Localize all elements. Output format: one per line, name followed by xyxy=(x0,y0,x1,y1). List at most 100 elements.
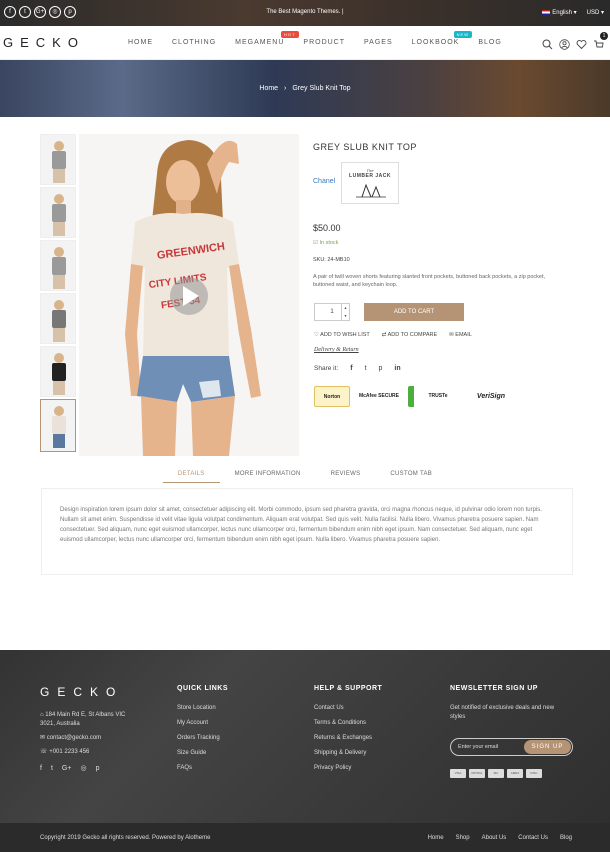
pinterest-icon[interactable]: p xyxy=(96,764,100,773)
nav-home[interactable]: HOME xyxy=(128,39,153,46)
share-label: Share it: xyxy=(314,365,339,372)
nav-clothing[interactable]: CLOTHING xyxy=(172,39,216,46)
footer-socials: f t G+ ◎ p xyxy=(40,764,140,773)
quantity-input[interactable]: 1 ▴ ▾ xyxy=(314,303,350,321)
heart-icon: ♡ xyxy=(314,332,319,338)
bottom-link-shop[interactable]: Shop xyxy=(456,835,470,841)
top-selectors: English ▾ USD ▾ xyxy=(542,9,604,16)
share-linkedin-icon[interactable]: in xyxy=(394,365,400,372)
footer-link[interactable]: Size Guide xyxy=(177,750,228,756)
newsletter-text: Get notified of exclusive deals and new … xyxy=(450,705,555,720)
nav-blog[interactable]: BLOG xyxy=(478,39,501,46)
details-panel: Design inspiration lorem ipsum dolor sit… xyxy=(41,488,573,575)
tab-reviews[interactable]: REVIEWS xyxy=(316,471,376,483)
quantity-stepper[interactable]: ▴ ▾ xyxy=(341,304,349,320)
thumbnail-active[interactable] xyxy=(40,399,76,452)
bottom-link-blog[interactable]: Blog xyxy=(560,835,572,841)
footer: GECKO ⌂ 184 Main Rd E, St Albans VIC 302… xyxy=(0,650,610,852)
brand-logo[interactable]: The LUMBER JACK xyxy=(341,162,399,204)
main-nav: HOME CLOTHING MEGAMENU HOT PRODUCT PAGES … xyxy=(128,31,502,46)
google-plus-icon[interactable]: G+ xyxy=(62,764,72,773)
help-support: HELP & SUPPORT Contact Us Terms & Condit… xyxy=(314,685,382,780)
address: ⌂ 184 Main Rd E, St Albans VIC 3021, Aus… xyxy=(40,712,126,727)
language-selector[interactable]: English ▾ xyxy=(542,9,577,16)
facebook-icon[interactable]: f xyxy=(40,764,42,773)
share-facebook-icon[interactable]: f xyxy=(350,365,352,372)
product-main-image[interactable]: GREENWICH CITY LIMITS FEST 54 xyxy=(79,134,299,456)
model-illustration: GREENWICH CITY LIMITS FEST 54 xyxy=(79,134,299,456)
footer-link[interactable]: Contact Us xyxy=(314,705,382,711)
truste-badge: TRUSTe xyxy=(408,386,462,407)
visa-icon: VISA xyxy=(450,769,466,778)
norton-badge: Norton xyxy=(314,386,350,407)
footer-contact: ⌂ 184 Main Rd E, St Albans VIC 3021, Aus… xyxy=(40,711,140,773)
currency-selector[interactable]: USD ▾ xyxy=(587,9,604,16)
new-badge: NEW xyxy=(453,31,472,38)
footer-link[interactable]: Shipping & Delivery xyxy=(314,750,382,756)
nav-pages[interactable]: PAGES xyxy=(364,39,393,46)
wishlist-icon[interactable] xyxy=(576,37,587,50)
promo-text: The Best Magento Themes. | xyxy=(266,9,344,15)
phone-icon: ☏ xyxy=(40,749,48,755)
verisign-badge: VeriSign xyxy=(476,393,506,400)
footer-link[interactable]: Terms & Conditions xyxy=(314,720,382,726)
add-to-wishlist-link[interactable]: ♡ ADD TO WISH LIST xyxy=(314,332,370,338)
product-title: GREY SLUB KNIT TOP xyxy=(313,142,417,152)
product-actions: ♡ ADD TO WISH LIST ⇄ ADD TO COMPARE ✉ EM… xyxy=(314,332,472,338)
nav-product[interactable]: PRODUCT xyxy=(303,39,345,46)
share-pinterest-icon[interactable]: p xyxy=(379,365,383,372)
instagram-icon[interactable]: ◎ xyxy=(80,764,86,773)
bottom-links: Home Shop About Us Contact Us Blog xyxy=(428,835,572,841)
thumbnail[interactable] xyxy=(40,293,76,344)
signup-button[interactable]: SIGN UP xyxy=(524,740,571,754)
tab-custom[interactable]: CUSTOM TAB xyxy=(375,471,447,483)
compare-icon: ⇄ xyxy=(381,332,387,338)
footer-link[interactable]: Returns & Exchanges xyxy=(314,735,382,741)
add-to-compare-link[interactable]: ⇄ ADD TO COMPARE xyxy=(382,332,437,338)
footer-email[interactable]: ✉ contact@gecko.com xyxy=(40,734,140,743)
header-icons: 1 xyxy=(542,32,608,50)
newsletter-title: NEWSLETTER SIGN UP xyxy=(450,685,538,692)
thumbnail[interactable] xyxy=(40,240,76,291)
help-title: HELP & SUPPORT xyxy=(314,685,383,692)
cart-icon[interactable]: 1 xyxy=(593,32,608,48)
home-icon: ⌂ xyxy=(40,712,44,718)
copyright-text: Copyright 2019 Gecko all rights reserved… xyxy=(40,835,211,841)
footer-link[interactable]: Privacy Policy xyxy=(314,765,382,771)
footer-link[interactable]: My Account xyxy=(177,720,228,726)
brand-link[interactable]: Chanel xyxy=(313,178,335,185)
logo[interactable]: GECKO xyxy=(3,35,85,50)
product-price: $50.00 xyxy=(313,223,341,233)
footer-link[interactable]: FAQs xyxy=(177,765,228,771)
tab-more-information[interactable]: MORE INFORMATION xyxy=(220,471,316,483)
account-icon[interactable] xyxy=(559,37,570,50)
breadcrumb-home[interactable]: Home xyxy=(259,85,278,92)
flag-icon xyxy=(542,9,551,15)
product-info: GREY SLUB KNIT TOP Chanel The LUMBER JAC… xyxy=(313,134,573,407)
hot-badge: HOT xyxy=(281,31,299,38)
footer-link[interactable]: Store Location xyxy=(177,705,228,711)
twitter-icon[interactable]: t xyxy=(51,764,53,773)
top-bar: f t G+ ◎ p The Best Magento Themes. | En… xyxy=(0,0,610,26)
add-to-cart-button[interactable]: ADD TO CART xyxy=(364,303,464,321)
footer-link[interactable]: Orders Tracking xyxy=(177,735,228,741)
breadcrumb-separator: › xyxy=(284,85,287,92)
nav-lookbook[interactable]: LOOKBOOK NEW xyxy=(412,31,472,46)
nav-megamenu[interactable]: MEGAMENU HOT xyxy=(235,31,299,46)
footer-logo[interactable]: GECKO xyxy=(40,685,123,699)
delivery-return-link[interactable]: Delivery & Return xyxy=(314,347,359,353)
mcafee-badge: McAfee SECURE xyxy=(358,393,399,399)
search-icon[interactable] xyxy=(542,37,553,50)
share-twitter-icon[interactable]: t xyxy=(365,365,367,372)
bottom-link-home[interactable]: Home xyxy=(428,835,444,841)
thumbnail[interactable] xyxy=(40,187,76,238)
bottom-link-contact[interactable]: Contact Us xyxy=(518,835,548,841)
email-link[interactable]: ✉ EMAIL xyxy=(449,332,472,338)
tab-details[interactable]: DETAILS xyxy=(162,471,220,483)
newsletter: NEWSLETTER SIGN UP Get notified of exclu… xyxy=(450,685,580,756)
quick-links: QUICK LINKS Store Location My Account Or… xyxy=(177,685,228,780)
thumbnail[interactable] xyxy=(40,134,76,185)
discover-icon: DISC xyxy=(526,769,542,778)
bottom-link-about[interactable]: About Us xyxy=(482,835,507,841)
thumbnail[interactable] xyxy=(40,346,76,397)
